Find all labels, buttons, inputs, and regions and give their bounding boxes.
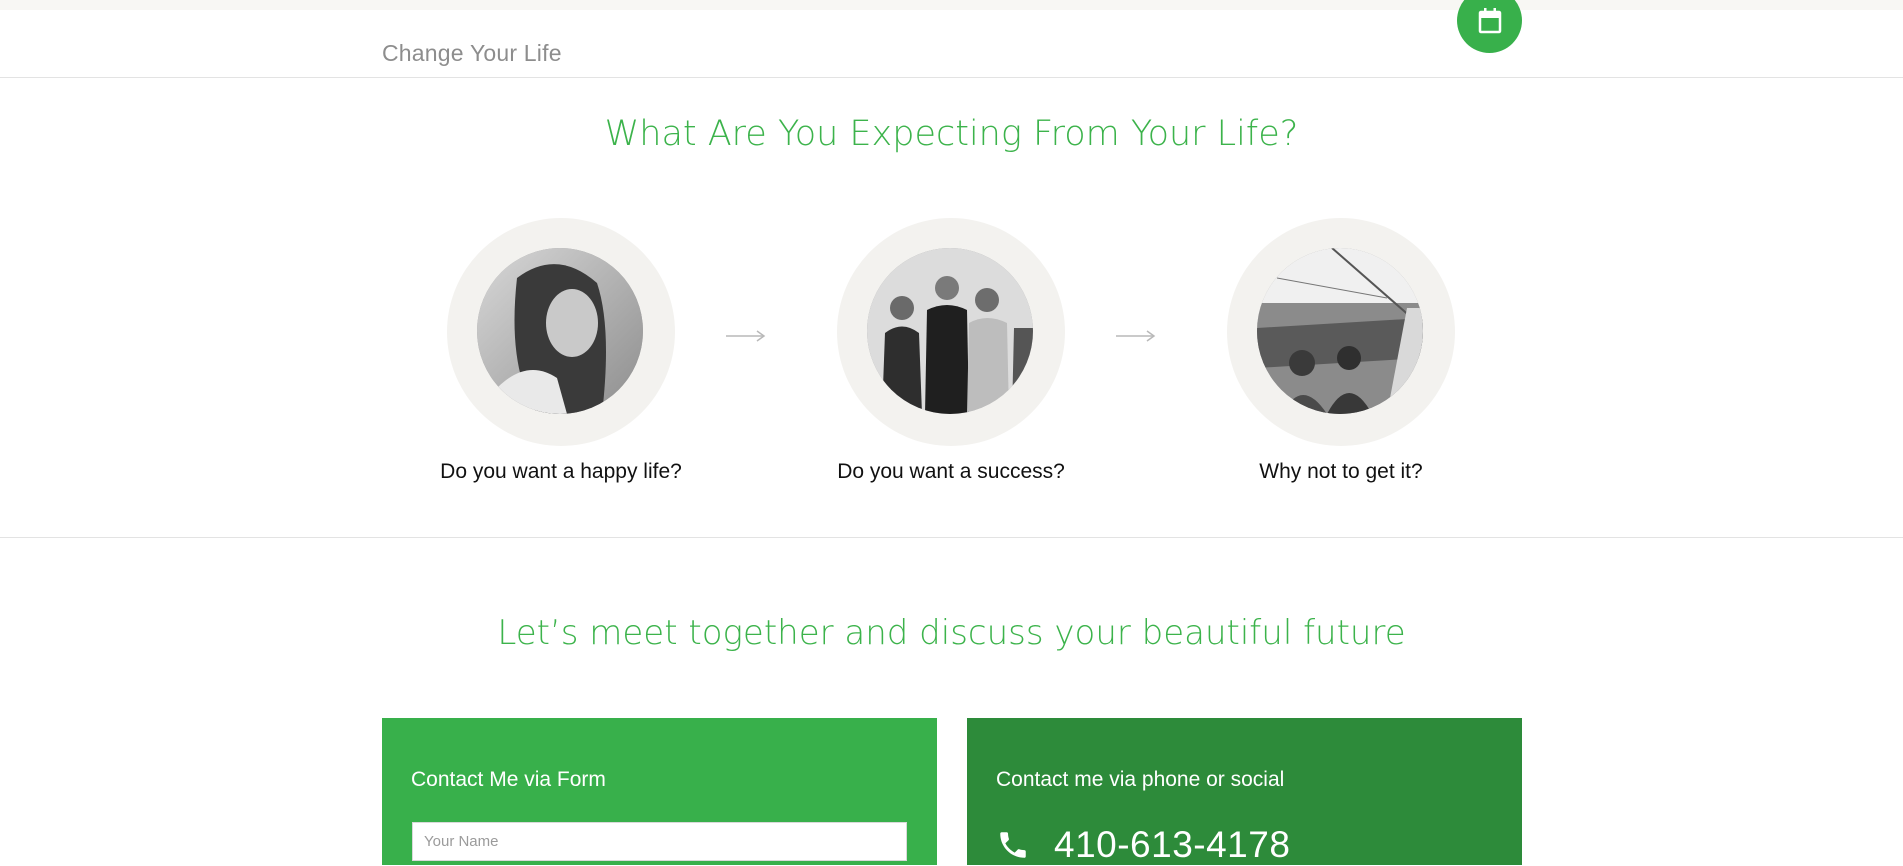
calendar-button[interactable] [1457, 0, 1522, 53]
step-caption: Why not to get it? [1259, 460, 1423, 483]
expectations-title: What Are You Expecting From Your Life? [604, 114, 1299, 154]
woman-portrait-photo [477, 248, 643, 414]
site-brand[interactable]: Change Your Life [382, 40, 562, 67]
phone-icon [1000, 832, 1026, 858]
arrow-right-icon [1116, 330, 1156, 342]
phone-row: 410-613-4178 [996, 824, 1290, 866]
contact-form-title: Contact Me via Form [411, 768, 606, 791]
site-header: Change Your Life [0, 0, 1903, 78]
business-team-photo [867, 248, 1033, 414]
phone-link[interactable]: 410-613-4178 [1054, 824, 1290, 866]
section-divider [0, 537, 1903, 538]
contact-form-panel: Contact Me via Form [382, 718, 937, 865]
step-caption: Do you want a success? [837, 460, 1065, 483]
top-strip [0, 0, 1903, 10]
calendar-icon [1478, 7, 1501, 33]
sailing-boat-photo [1257, 248, 1423, 414]
step-image-frame [1227, 218, 1455, 446]
step-image-frame [447, 218, 675, 446]
name-input[interactable] [412, 822, 907, 861]
meet-title: Let’s meet together and discuss your bea… [497, 613, 1406, 653]
arrow-right-icon [726, 330, 766, 342]
contact-phone-panel: Contact me via phone or social 410-613-4… [967, 718, 1522, 865]
step-caption: Do you want a happy life? [440, 460, 682, 483]
step-image-frame [837, 218, 1065, 446]
contact-phone-title: Contact me via phone or social [996, 768, 1285, 791]
